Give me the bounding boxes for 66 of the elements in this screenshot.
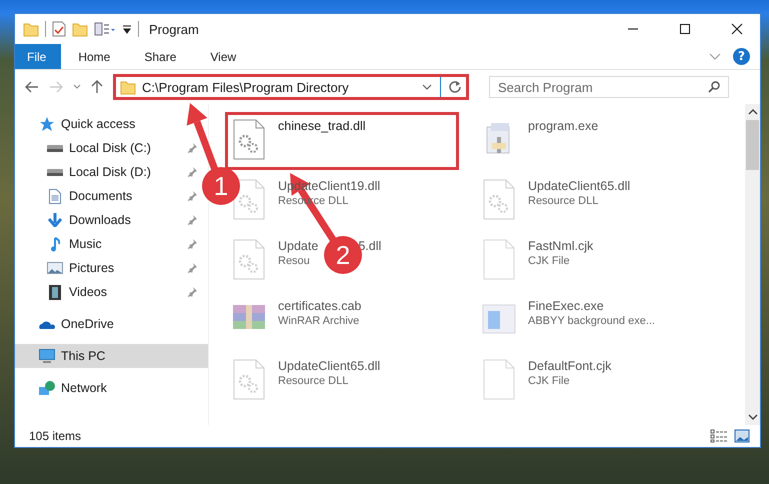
address-bar[interactable]: C:\Program Files\Program Directory	[113, 74, 469, 100]
network-icon	[39, 381, 55, 395]
cloud-icon	[39, 320, 55, 328]
ribbon-tab[interactable]: Share	[127, 44, 194, 69]
refresh-icon[interactable]	[448, 80, 462, 94]
sidebar-item[interactable]: This PC	[15, 344, 208, 368]
help-button[interactable]: ?	[733, 48, 750, 65]
file-name: FineExec.exe	[528, 299, 604, 313]
file-name: chinese_trad.dll	[278, 119, 366, 133]
chevron-down-icon[interactable]	[73, 84, 81, 90]
file-name: FastNml.cjk	[528, 239, 594, 253]
picture-icon	[47, 262, 63, 274]
chevron-down-icon[interactable]	[422, 84, 432, 90]
ribbon-tab[interactable]: File	[15, 44, 62, 69]
scroll-up-icon[interactable]	[748, 108, 758, 116]
sidebar-item[interactable]: Documents	[15, 184, 197, 208]
window-title: Program	[149, 22, 199, 36]
file-name: UpdateClient65.dll	[528, 179, 630, 193]
folder-icon	[23, 21, 39, 37]
ribbon-tab[interactable]: View	[193, 44, 254, 69]
up-arrow-icon[interactable]	[91, 80, 103, 94]
scrollbar-thumb[interactable]	[746, 120, 759, 170]
file-type: WinRAR Archive	[278, 315, 360, 327]
film-icon	[49, 284, 61, 300]
sidebar-item[interactable]: Local Disk (D:)	[15, 160, 197, 184]
search-icon	[708, 81, 720, 93]
sidebar-item[interactable]: OneDrive	[15, 312, 208, 336]
address-path: C:\Program Files\Program Directory	[142, 80, 349, 94]
folder-icon	[120, 79, 136, 95]
file-type: CJK File	[528, 375, 571, 387]
file-type: Resource DLL	[278, 375, 350, 387]
file-type: ABBYY background exe...	[528, 315, 655, 327]
scroll-down-icon[interactable]	[748, 413, 758, 421]
star-icon	[39, 116, 55, 132]
file-name: 5.dll	[358, 239, 382, 253]
sidebar-item[interactable]: Local Disk (C:)	[15, 136, 197, 160]
music-note-icon	[50, 236, 60, 252]
ribbon-tab[interactable]: Home	[61, 44, 128, 69]
file-name: certificates.cab	[278, 299, 362, 313]
sidebar-item[interactable]: Downloads	[15, 208, 197, 232]
file-name: program.exe	[528, 119, 598, 133]
file-name: DefaultFont.cjk	[528, 359, 612, 373]
sidebar-item[interactable]: Music	[15, 232, 197, 256]
sidebar-item[interactable]: Network	[15, 376, 208, 400]
properties-icon[interactable]	[52, 21, 66, 37]
dropdown-icon[interactable]	[122, 24, 132, 34]
document-icon	[49, 188, 61, 204]
details-view-icon[interactable]	[710, 429, 728, 443]
file-name: Update	[278, 239, 318, 253]
search-field[interactable]: Search Program	[489, 76, 729, 98]
file-type: CJK File	[528, 255, 571, 267]
file-type: Resource DLL	[528, 195, 600, 207]
large-icons-view-icon[interactable]	[734, 429, 750, 443]
sidebar-item[interactable]: Quick access	[15, 112, 208, 136]
scrollbar[interactable]	[745, 104, 760, 425]
item-count: 105 items	[29, 429, 82, 443]
back-arrow-icon[interactable]	[25, 81, 39, 93]
drive-icon	[47, 144, 63, 152]
sidebar-item[interactable]: Pictures	[15, 256, 197, 280]
monitor-icon	[39, 349, 55, 363]
sidebar-item[interactable]: Videos	[15, 280, 197, 304]
file-type: Resou	[278, 255, 311, 267]
file-name: UpdateClient65.dll	[278, 359, 380, 373]
download-icon	[48, 213, 62, 227]
drive-icon	[47, 168, 63, 176]
list-view-icon[interactable]	[94, 21, 116, 37]
